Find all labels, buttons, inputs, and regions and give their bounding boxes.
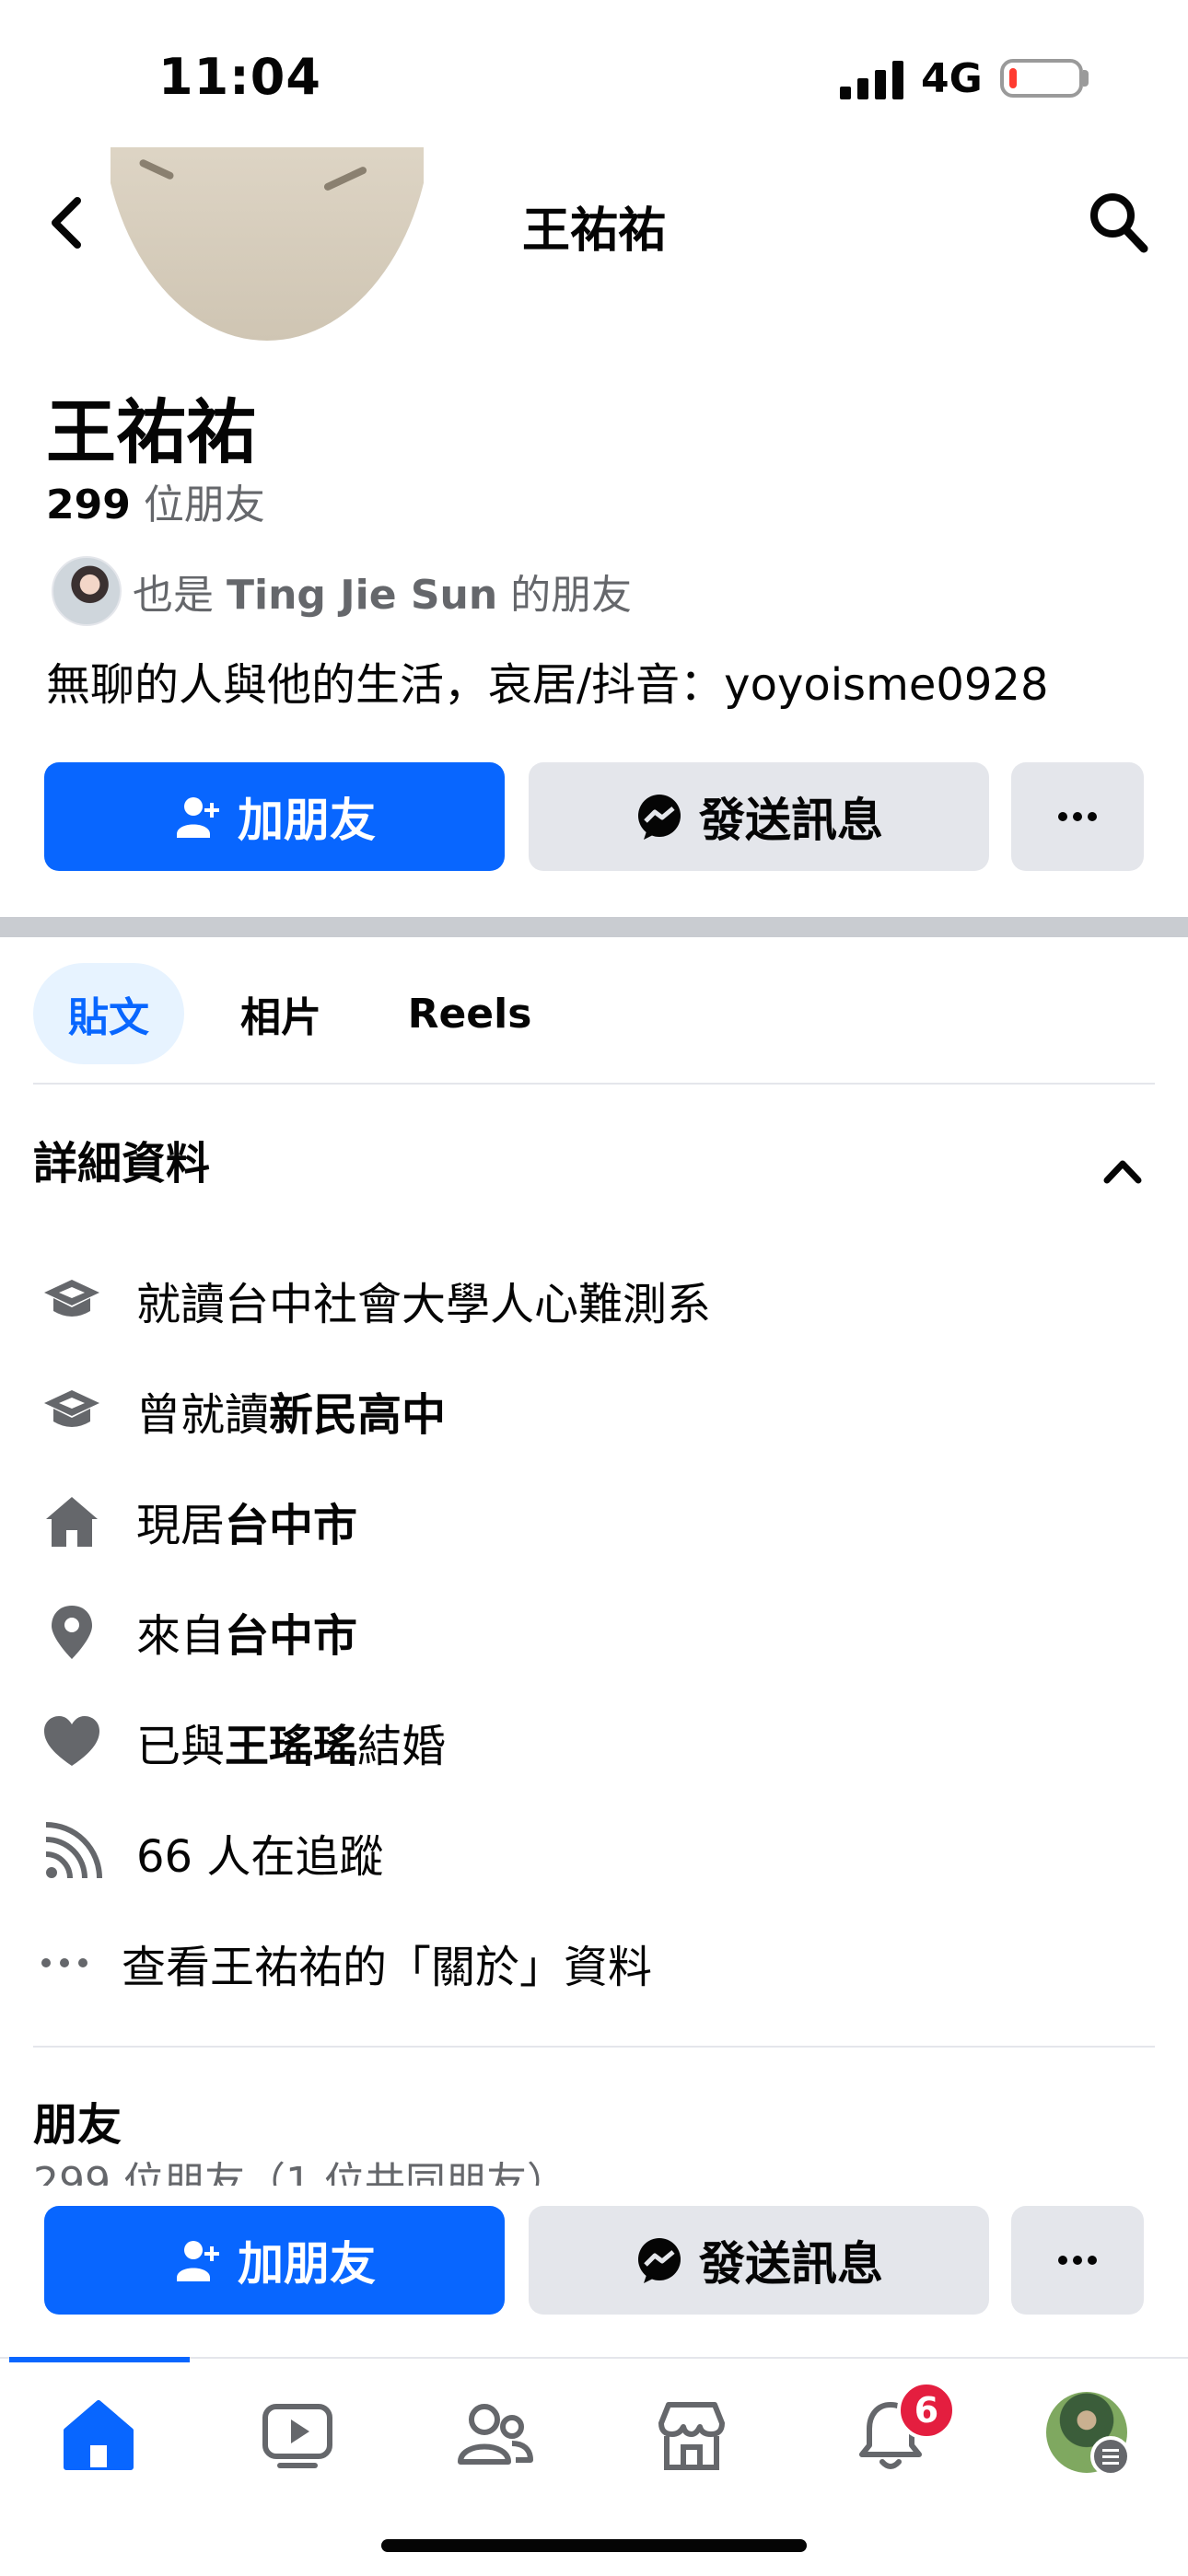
mutual-prefix: 也是	[133, 572, 227, 619]
more-icon	[1058, 2256, 1097, 2265]
menu-icon[interactable]	[1090, 2436, 1131, 2477]
detail-relationship-prefix: 已與	[136, 1721, 226, 1772]
mutual-friend-name: Ting Jie Sun	[227, 572, 498, 619]
send-message-label: 發送訊息	[699, 794, 883, 847]
graduation-cap-icon	[44, 1390, 99, 1427]
friend-count-number: 299	[46, 482, 131, 528]
messenger-icon	[638, 2238, 681, 2283]
tab-photos[interactable]: 相片	[221, 963, 341, 1064]
graduation-cap-icon	[44, 1280, 99, 1317]
section-divider	[0, 917, 1188, 937]
add-friend-icon	[177, 797, 219, 838]
more-options-button[interactable]	[1011, 762, 1144, 871]
status-time: 11:04	[158, 48, 321, 106]
video-icon[interactable]	[258, 2396, 337, 2475]
nav-active-indicator	[9, 2357, 190, 2362]
mutual-suffix: 的朋友	[497, 572, 633, 619]
detail-from[interactable]: 來自 台中市	[41, 1595, 357, 1668]
detail-study[interactable]: 就讀台中社會大學人心難測系	[41, 1263, 711, 1337]
detail-relationship[interactable]: 已與 王瑤瑤 結婚	[41, 1705, 446, 1779]
send-message-label: 發送訊息	[699, 2237, 883, 2291]
home-icon[interactable]	[59, 2396, 138, 2475]
friends-section-subtitle: 299 位朋友（1 位共同朋友）	[33, 2159, 567, 2186]
add-friend-label: 加朋友	[238, 2237, 376, 2291]
detail-studied-school: 新民高中	[269, 1389, 447, 1441]
add-friend-button[interactable]: 加朋友	[44, 762, 505, 871]
marketplace-icon[interactable]	[652, 2396, 731, 2475]
heart-icon	[44, 1716, 99, 1766]
page-title: 王祐祐	[521, 203, 666, 259]
detail-followers[interactable]: 66 人在追蹤	[41, 1816, 383, 1889]
detail-studied[interactable]: 曾就讀 新民高中	[41, 1374, 446, 1447]
mutual-friend-text[interactable]: 也是 Ting Jie Sun 的朋友	[133, 562, 632, 621]
search-icon[interactable]	[1087, 190, 1151, 256]
network-type: 4G	[921, 55, 983, 102]
see-about-link[interactable]: 查看王祐祐的「關於」資料	[41, 1926, 652, 2000]
tab-posts[interactable]: 貼文	[33, 963, 184, 1064]
profile-bio: 無聊的人與他的生活，哀居/抖音：yoyoisme0928	[46, 659, 1049, 711]
detail-studied-prefix: 曾就讀	[136, 1389, 270, 1441]
mutual-friend-avatar[interactable]	[52, 556, 122, 626]
followers-icon	[45, 1822, 102, 1879]
battery-icon	[1000, 59, 1083, 98]
send-message-button[interactable]: 發送訊息	[529, 762, 989, 871]
more-icon	[1058, 812, 1097, 821]
add-friend-icon	[177, 2241, 219, 2281]
detail-from-city: 台中市	[225, 1610, 358, 1662]
detail-lives[interactable]: 現居 台中市	[41, 1484, 357, 1558]
chevron-up-icon[interactable]	[1100, 1155, 1146, 1188]
battery-tip	[1083, 70, 1089, 87]
more-options-button-sticky[interactable]	[1011, 2206, 1144, 2315]
location-pin-icon	[52, 1606, 92, 1659]
detail-study-text: 就讀台中社會大學人心難測系	[136, 1279, 712, 1330]
cellular-signal-icon	[840, 61, 903, 99]
detail-relationship-suffix: 結婚	[357, 1721, 447, 1772]
add-friend-button-sticky[interactable]: 加朋友	[44, 2206, 505, 2315]
home-indicator	[381, 2539, 807, 2552]
friend-count-label: 位朋友	[130, 482, 265, 528]
detail-spouse-name: 王瑤瑤	[225, 1721, 358, 1772]
detail-lives-prefix: 現居	[136, 1500, 226, 1551]
friends-icon[interactable]	[455, 2396, 534, 2475]
profile-name: 王祐祐	[46, 391, 256, 473]
more-dots-icon	[41, 1958, 87, 1967]
friends-section-title: 朋友	[33, 2099, 122, 2151]
tab-reels[interactable]: Reels	[396, 963, 543, 1064]
send-message-button-sticky[interactable]: 發送訊息	[529, 2206, 989, 2315]
detail-followers-text: 66 人在追蹤	[136, 1831, 384, 1883]
notification-badge: 6	[897, 2381, 956, 2440]
add-friend-label: 加朋友	[238, 794, 376, 847]
detail-lives-city: 台中市	[225, 1500, 358, 1551]
friend-count[interactable]: 299 位朋友	[46, 471, 265, 530]
see-about-text: 查看王祐祐的「關於」資料	[122, 1942, 653, 1993]
tabs-divider	[33, 1083, 1155, 1085]
home-icon	[46, 1497, 98, 1547]
details-divider	[33, 2046, 1155, 2048]
details-title: 詳細資料	[33, 1138, 211, 1189]
messenger-icon	[638, 795, 681, 840]
detail-from-prefix: 來自	[136, 1610, 226, 1662]
